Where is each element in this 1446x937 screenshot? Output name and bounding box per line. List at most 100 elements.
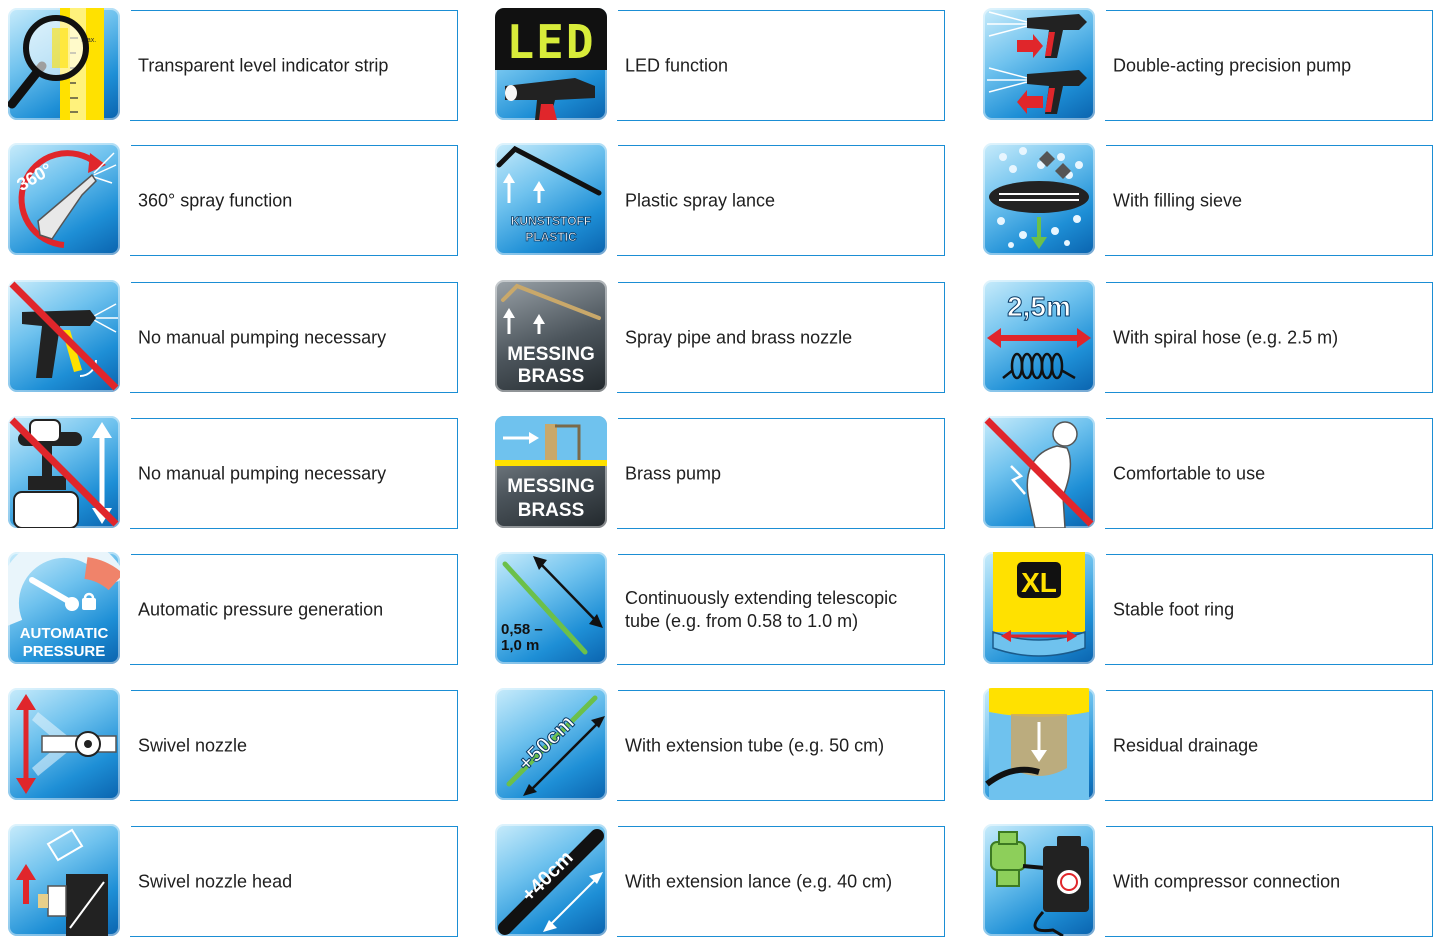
feature-label: Automatic pressure generation [138, 599, 384, 619]
plus-50cm-text: +50cm [513, 710, 580, 777]
feature-foot-ring: XL Stable foot ring [975, 552, 1445, 665]
feature-label: LED function [625, 55, 729, 75]
feature-no-pump-handle: No manual pumping necessary [0, 416, 470, 529]
foot-ring-icon: XL [983, 552, 1095, 664]
feature-brass-pump: MESSING BRASS Brass pump [487, 416, 957, 529]
led-text: LED [506, 15, 595, 69]
plastic-text: PLASTIC [525, 230, 577, 244]
feature-telescopic: 0,58 – 1,0 m Continuously extending tele… [487, 552, 957, 665]
no-back-pain-icon [983, 416, 1095, 528]
spray-360-icon: 360° [8, 143, 120, 255]
range-text-2: 1,0 m [501, 637, 539, 654]
led-spray-gun-icon: LED [495, 8, 607, 120]
feature-label: No manual pumping necessary [138, 327, 387, 347]
feature-extension-tube: +50cm With extension tube (e.g. 50 cm) [487, 688, 957, 801]
feature-card: Continuously extending telescopic tube (… [616, 554, 945, 665]
pressure-text: PRESSURE [23, 643, 106, 660]
automatic-pressure-icon: AUTOMATIC PRESSURE [8, 552, 120, 664]
feature-card: Comfortable to use [1104, 418, 1433, 529]
residual-drainage-icon [983, 688, 1095, 800]
feature-label: Residual drainage [1113, 735, 1259, 755]
feature-360-spray: 360° 360° spray function [0, 143, 470, 256]
feature-level-indicator: Max. Transparent level indicator strip [0, 8, 470, 121]
feature-label: Transparent level indicator strip [138, 55, 389, 75]
feature-card: With compressor connection [1104, 826, 1433, 937]
messing-text: MESSING [507, 344, 595, 365]
feature-label: Plastic spray lance [625, 190, 776, 210]
feature-card: Swivel nozzle [129, 690, 458, 801]
feature-card: Transparent level indicator strip [129, 10, 458, 121]
brass-lance-icon: MESSING BRASS [495, 280, 607, 392]
feature-card: Plastic spray lance [616, 145, 945, 256]
brass-text: BRASS [518, 500, 585, 521]
feature-label: Spray pipe and brass nozzle [625, 327, 853, 347]
feature-card: 360° spray function [129, 145, 458, 256]
plastic-lance-icon: KUNSTSTOFF PLASTIC [495, 143, 607, 255]
feature-card: Brass pump [616, 418, 945, 529]
extension-lance-icon: +40cm [495, 824, 607, 936]
feature-label: With spiral hose (e.g. 2.5 m) [1113, 327, 1339, 347]
double-pump-icon [983, 8, 1095, 120]
360-text: 360° [13, 159, 55, 195]
feature-card: With extension lance (e.g. 40 cm) [616, 826, 945, 937]
feature-spiral-hose: 2,5m With spiral hose (e.g. 2.5 m) [975, 280, 1445, 393]
automatic-text: AUTOMATIC [20, 625, 109, 642]
feature-label: With filling sieve [1113, 190, 1243, 210]
feature-swivel-nozzle: Swivel nozzle [0, 688, 470, 801]
no-pump-gun-icon [8, 280, 120, 392]
spiral-hose-icon: 2,5m [983, 280, 1095, 392]
kunststoff-text: KUNSTSTOFF [511, 214, 591, 228]
feature-swivel-head: Swivel nozzle head [0, 824, 470, 937]
feature-label: With extension tube (e.g. 50 cm) [625, 735, 885, 755]
feature-led: LED LED function [487, 8, 957, 121]
feature-double-pump: Double-acting precision pump [975, 8, 1445, 121]
feature-card: With spiral hose (e.g. 2.5 m) [1104, 282, 1433, 393]
feature-card: Swivel nozzle head [129, 826, 458, 937]
feature-extension-lance: +40cm With extension lance (e.g. 40 cm) [487, 824, 957, 937]
feature-label: 360° spray function [138, 190, 293, 210]
feature-comfortable: Comfortable to use [975, 416, 1445, 529]
feature-label: Stable foot ring [1113, 599, 1235, 619]
feature-label: Double-acting precision pump [1113, 55, 1352, 75]
feature-brass-lance: MESSING BRASS Spray pipe and brass nozzl… [487, 280, 957, 393]
feature-card: Stable foot ring [1104, 554, 1433, 665]
feature-card: No manual pumping necessary [129, 418, 458, 529]
feature-label: Continuously extending telescopic tube (… [625, 587, 898, 631]
swivel-head-icon [8, 824, 120, 936]
brass-pump-icon: MESSING BRASS [495, 416, 607, 528]
feature-compressor: With compressor connection [975, 824, 1445, 937]
feature-plastic-lance: KUNSTSTOFF PLASTIC Plastic spray lance [487, 143, 957, 256]
feature-card: Automatic pressure generation [129, 554, 458, 665]
feature-label: No manual pumping necessary [138, 463, 387, 483]
feature-residual-drainage: Residual drainage [975, 688, 1445, 801]
compressor-icon [983, 824, 1095, 936]
hose-length-text: 2,5m [1007, 291, 1071, 322]
feature-auto-pressure: AUTOMATIC PRESSURE Automatic pressure ge… [0, 552, 470, 665]
feature-label: Swivel nozzle head [138, 871, 293, 891]
feature-card: Spray pipe and brass nozzle [616, 282, 945, 393]
feature-card: No manual pumping necessary [129, 282, 458, 393]
swivel-nozzle-icon [8, 688, 120, 800]
feature-card: With filling sieve [1104, 145, 1433, 256]
feature-label: Comfortable to use [1113, 463, 1266, 483]
feature-label: With extension lance (e.g. 40 cm) [625, 871, 893, 891]
feature-label: With compressor connection [1113, 871, 1341, 891]
filling-sieve-icon [983, 143, 1095, 255]
plus-40cm-text: +40cm [518, 847, 578, 907]
feature-card: Residual drainage [1104, 690, 1433, 801]
extension-tube-icon: +50cm [495, 688, 607, 800]
feature-label: Swivel nozzle [138, 735, 248, 755]
feature-card: With extension tube (e.g. 50 cm) [616, 690, 945, 801]
range-text-1: 0,58 – [501, 621, 543, 638]
no-pump-handle-icon [8, 416, 120, 528]
feature-no-pump-gun: No manual pumping necessary [0, 280, 470, 393]
messing-text: MESSING [507, 476, 595, 497]
brass-text: BRASS [518, 366, 585, 387]
feature-card: Double-acting precision pump [1104, 10, 1433, 121]
feature-label: Brass pump [625, 463, 722, 483]
xl-text: XL [1021, 567, 1057, 598]
magnifier-level-icon: Max. [8, 8, 120, 120]
telescopic-tube-icon: 0,58 – 1,0 m [495, 552, 607, 664]
feature-filling-sieve: With filling sieve [975, 143, 1445, 256]
feature-card: LED function [616, 10, 945, 121]
